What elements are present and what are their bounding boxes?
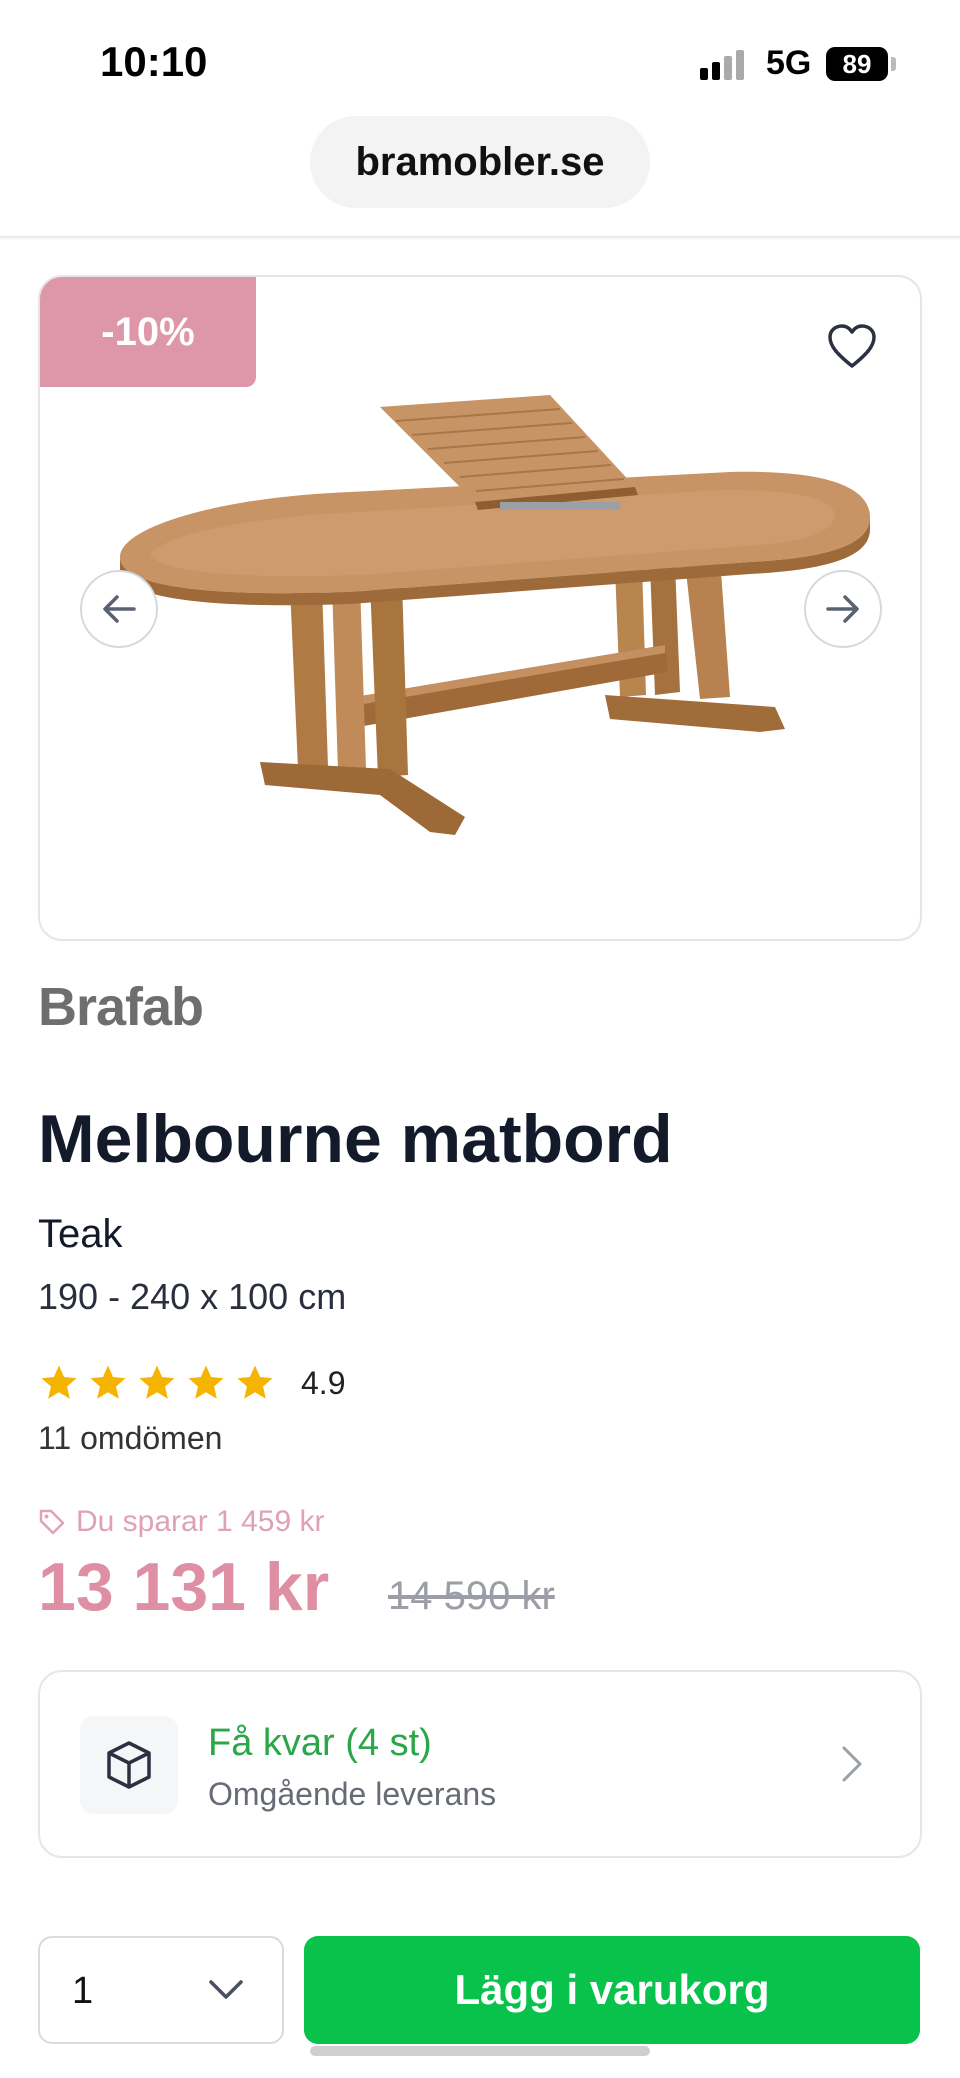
discount-badge: -10%	[40, 277, 256, 387]
star-icon	[237, 1365, 273, 1399]
heart-icon	[828, 324, 876, 368]
product-image-carousel: -10%	[38, 275, 922, 941]
review-count-link[interactable]: 11 omdömen	[38, 1420, 222, 1457]
original-price: 14 590 kr	[388, 1574, 555, 1618]
product-image	[120, 395, 870, 835]
tag-icon	[39, 1509, 65, 1535]
quantity-value: 1	[72, 1970, 94, 2012]
carousel-prev-button[interactable]	[80, 570, 158, 648]
header-divider	[0, 236, 960, 240]
savings-note: Du sparar 1 459 kr	[38, 1505, 324, 1539]
star-icon	[139, 1365, 175, 1399]
network-type: 5G	[766, 44, 812, 82]
product-dimensions: 190 - 240 x 100 cm	[38, 1276, 347, 1317]
star-icon	[41, 1365, 77, 1399]
battery-tip	[891, 57, 896, 71]
product-title: Melbourne matbord	[38, 1101, 673, 1177]
rating[interactable]: 4.9	[38, 1362, 345, 1404]
savings-text: Du sparar 1 459 kr	[76, 1505, 325, 1538]
add-to-cart-button[interactable]: Lägg i varukorg	[304, 1936, 920, 2044]
brand-name[interactable]: Brafab	[38, 976, 204, 1038]
stock-info-card[interactable]: Få kvar (4 st) Omgående leverans	[38, 1670, 922, 1858]
current-price: 13 131 kr	[38, 1549, 330, 1625]
star-icon	[90, 1365, 126, 1399]
arrow-left-icon	[103, 595, 136, 623]
carousel-next-button[interactable]	[804, 570, 882, 648]
product-material: Teak	[38, 1212, 123, 1256]
status-bar: 10:10 5G 89	[0, 0, 960, 110]
home-indicator	[310, 2046, 650, 2056]
star-icon	[188, 1365, 224, 1399]
signal-icon	[700, 50, 750, 80]
arrow-right-icon	[826, 595, 859, 623]
chevron-down-icon	[209, 1980, 243, 1999]
battery-icon: 89	[826, 47, 888, 81]
package-icon	[107, 1741, 151, 1789]
url-bar[interactable]: bramobler.se	[310, 116, 650, 208]
rating-value: 4.9	[301, 1364, 346, 1401]
status-time: 10:10	[100, 38, 208, 85]
stock-icon-container	[80, 1716, 178, 1814]
chevron-right-icon	[842, 1746, 862, 1782]
delivery-info: Omgående leverans	[208, 1776, 497, 1812]
stock-status: Få kvar (4 st)	[208, 1722, 432, 1764]
quantity-select[interactable]: 1	[38, 1936, 284, 2044]
favorite-button[interactable]	[822, 317, 882, 377]
